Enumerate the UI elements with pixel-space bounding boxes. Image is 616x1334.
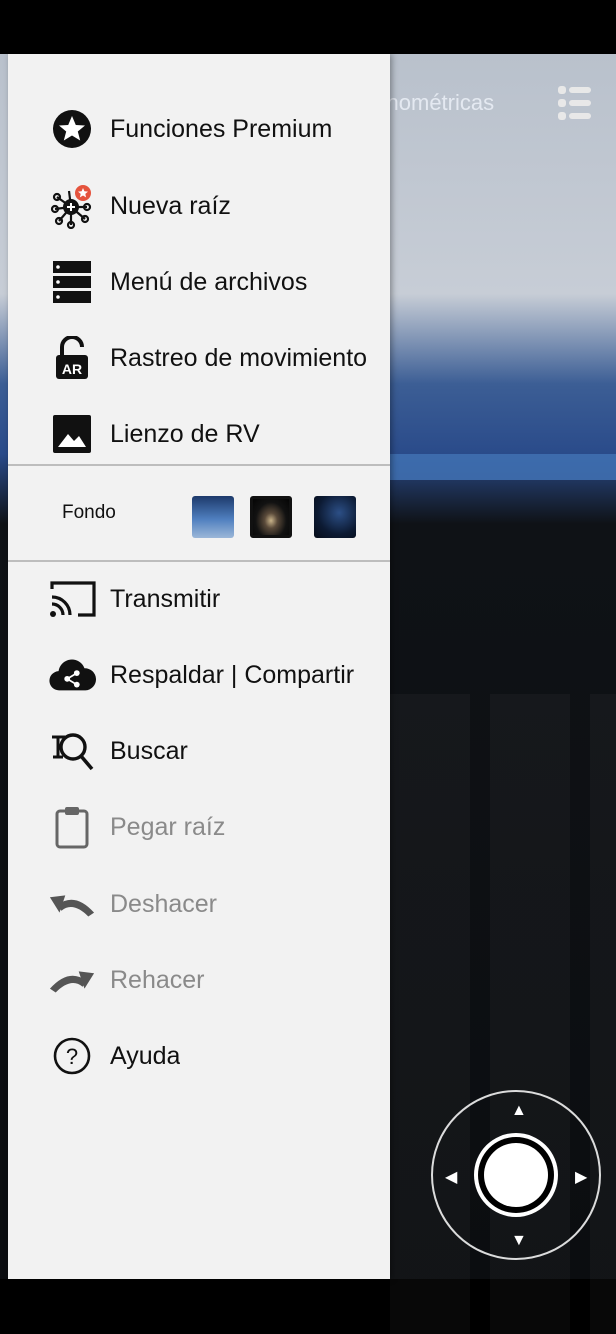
cloud-share-icon	[48, 651, 96, 699]
navigation-drawer: Funciones Premium Nueva raíz Menú de arc…	[8, 54, 390, 1279]
background-selector: Fondo	[8, 466, 390, 562]
background-option-galaxy[interactable]	[250, 496, 292, 538]
drawer-item-help[interactable]: ? Ayuda	[8, 1026, 390, 1086]
drawer-item-search[interactable]: Buscar	[8, 721, 390, 781]
camera-scene-laptop-edge	[390, 454, 616, 480]
arrow-up-icon[interactable]: ▲	[511, 1102, 527, 1120]
drawer-item-premium[interactable]: Funciones Premium	[8, 99, 390, 159]
list-menu-icon[interactable]	[558, 83, 592, 123]
drawer-item-redo[interactable]: Rehacer	[8, 950, 390, 1010]
drawer-item-label: Deshacer	[110, 889, 217, 918]
search-icon	[48, 727, 96, 775]
drawer-item-paste-root[interactable]: Pegar raíz	[8, 797, 390, 857]
drawer-item-new-root[interactable]: Nueva raíz	[8, 176, 390, 236]
arrow-right-icon[interactable]: ▶	[575, 1167, 587, 1187]
drawer-item-vr-canvas[interactable]: Lienzo de RV	[8, 404, 390, 464]
drawer-item-label: Menú de archivos	[110, 267, 308, 296]
star-circle-icon	[48, 105, 96, 153]
drawer-item-label: Buscar	[110, 736, 188, 765]
drawer-item-undo[interactable]: Deshacer	[8, 874, 390, 934]
divider	[8, 560, 390, 562]
drawer-item-label: Ayuda	[110, 1041, 181, 1070]
arrow-left-icon[interactable]: ◀	[445, 1167, 457, 1187]
ar-lock-icon: AR	[48, 334, 96, 382]
cast-icon	[48, 575, 96, 623]
image-icon	[48, 410, 96, 458]
drawer-item-label: Lienzo de RV	[110, 419, 260, 448]
drawer-item-label: Transmitir	[110, 584, 221, 613]
status-bar	[0, 0, 616, 54]
joystick-control[interactable]: ▲ ▼ ◀ ▶	[431, 1090, 601, 1260]
help-icon: ?	[48, 1032, 96, 1080]
drawer-item-label: Pegar raíz	[110, 812, 226, 841]
file-menu-icon	[48, 258, 96, 306]
drawer-item-label: Rastreo de movimiento	[110, 343, 368, 372]
drawer-item-motion-tracking[interactable]: AR Rastreo de movimiento	[8, 328, 390, 388]
drawer-item-label: Funciones Premium	[110, 114, 333, 143]
drawer-item-file-menu[interactable]: Menú de archivos	[8, 252, 390, 312]
arrow-down-icon[interactable]: ▼	[511, 1232, 527, 1250]
background-label: Fondo	[62, 502, 116, 523]
redo-icon	[48, 956, 96, 1004]
drawer-item-label: Respaldar | Compartir	[110, 660, 355, 689]
drawer-item-backup-share[interactable]: Respaldar | Compartir	[8, 645, 390, 705]
drawer-item-label: Nueva raíz	[110, 191, 231, 220]
undo-icon	[48, 880, 96, 928]
background-option-night[interactable]	[314, 496, 356, 538]
svg-text:AR: AR	[62, 361, 82, 377]
clipboard-icon	[48, 803, 96, 851]
svg-text:?: ?	[66, 1044, 78, 1069]
drawer-item-label: Rehacer	[110, 965, 205, 994]
joystick-knob[interactable]	[484, 1143, 548, 1207]
background-option-ocean[interactable]	[192, 496, 234, 538]
new-root-icon	[48, 182, 96, 230]
drawer-item-cast[interactable]: Transmitir	[8, 569, 390, 629]
